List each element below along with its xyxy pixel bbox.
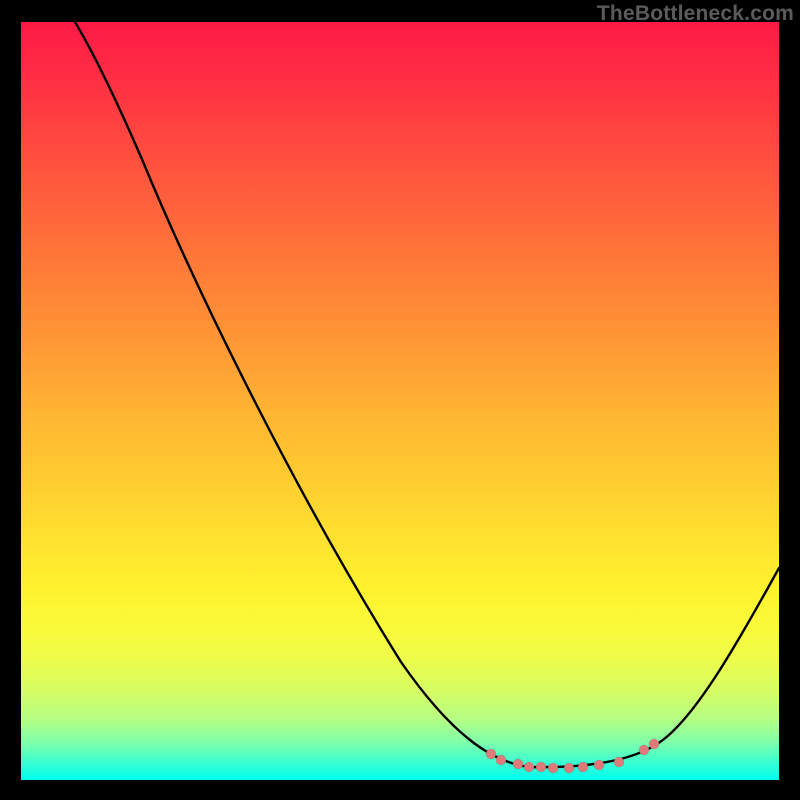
curve-marker — [513, 759, 523, 769]
watermark-text: TheBottleneck.com — [597, 2, 794, 26]
curve-marker — [649, 739, 659, 749]
curve-marker — [486, 749, 496, 759]
curve-marker — [578, 762, 588, 772]
curve-marker — [496, 755, 506, 765]
curve-marker — [594, 760, 604, 770]
curve-marker — [548, 763, 558, 773]
curve-marker — [564, 763, 574, 773]
curve-marker — [524, 762, 534, 772]
bottleneck-curve — [21, 22, 779, 780]
curve-path — [75, 22, 779, 767]
curve-marker — [536, 762, 546, 772]
curve-marker — [614, 757, 624, 767]
chart-plot-area — [21, 22, 779, 780]
curve-marker — [639, 745, 649, 755]
